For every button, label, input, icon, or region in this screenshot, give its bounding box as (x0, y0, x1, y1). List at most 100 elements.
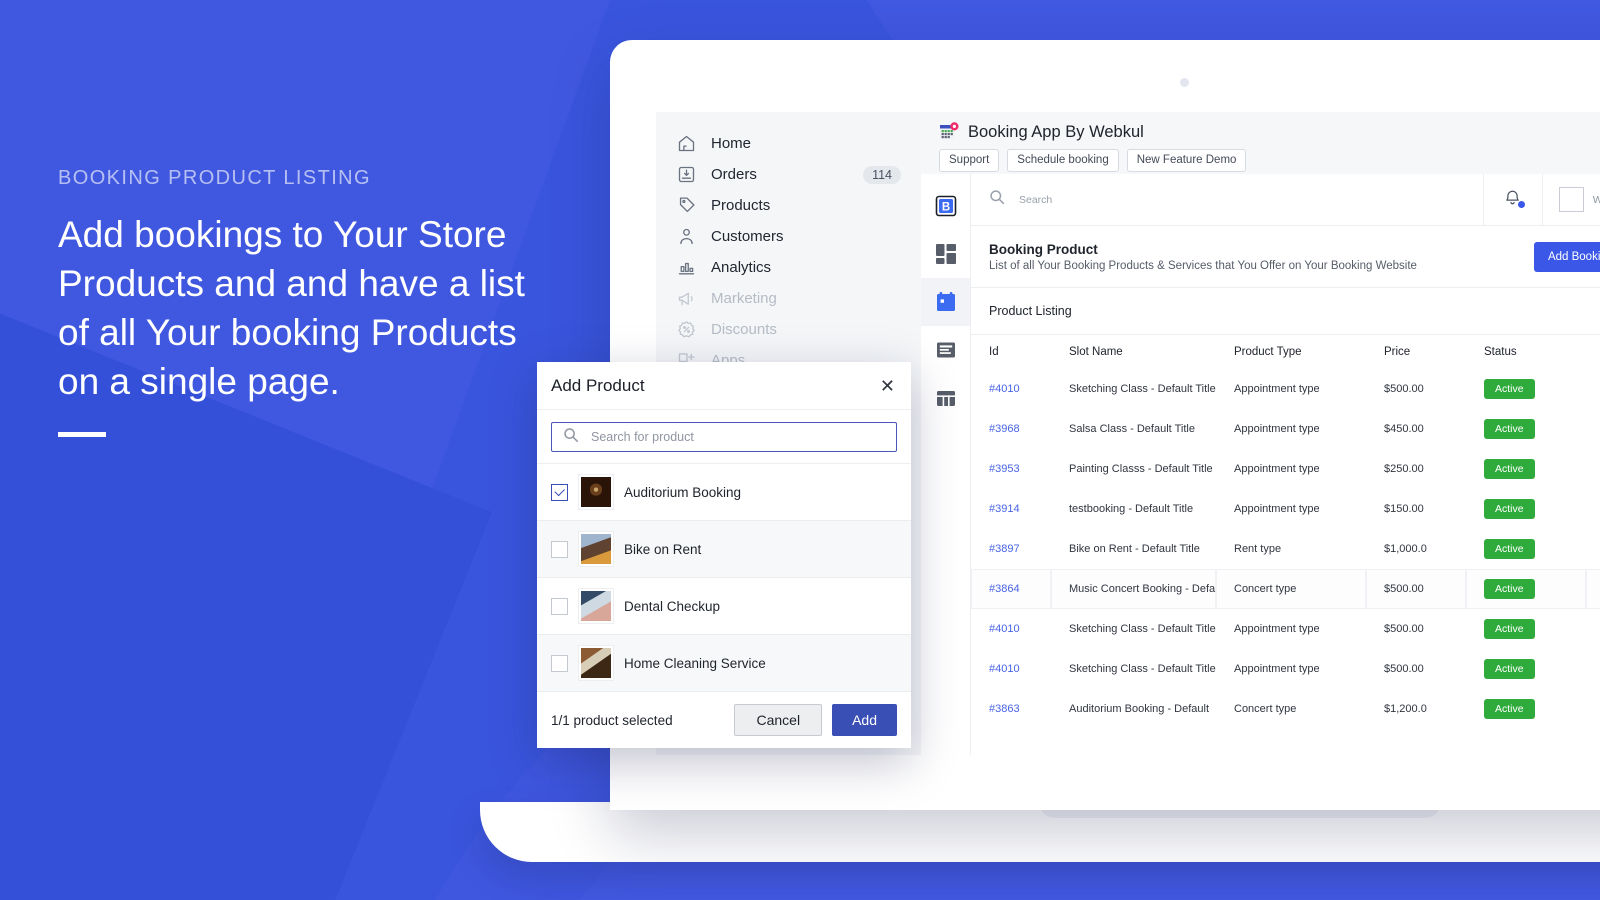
chip-new-feature-demo[interactable]: New Feature Demo (1127, 149, 1247, 172)
status-badge: Active (1484, 379, 1535, 399)
notifications-button[interactable] (1484, 188, 1542, 212)
column-header: Price (1366, 335, 1466, 369)
hero-eyebrow: BOOKING PRODUCT LISTING (58, 165, 528, 192)
product-id-link[interactable]: #4010 (989, 663, 1020, 675)
product-checkbox[interactable] (551, 541, 568, 558)
slot-name-cell: Salsa Class - Default Title (1051, 409, 1216, 449)
add-booking-product-button[interactable]: Add Booking Product (1534, 242, 1600, 272)
product-type-cell: Rent type (1216, 529, 1366, 569)
avatar (1559, 187, 1584, 212)
cancel-button[interactable]: Cancel (734, 704, 822, 736)
product-checkbox[interactable] (551, 484, 568, 501)
table-row[interactable]: #3864Music Concert Booking - DefaConcert… (971, 569, 1600, 609)
product-table: IdSlot NameProduct TypePriceStatusAction… (971, 335, 1600, 729)
app-action-chips[interactable]: Support Schedule booking New Feature Demo (939, 149, 1600, 172)
app-main-panel: Booking App By Webkul Support Schedule bo… (921, 112, 1600, 755)
svg-text:B: B (941, 202, 949, 214)
app-topbar: Search (971, 174, 1600, 226)
rail-calendar-icon[interactable] (921, 278, 970, 326)
close-icon[interactable]: ✕ (880, 379, 895, 393)
product-id-link[interactable]: #4010 (989, 623, 1020, 635)
table-row[interactable]: #3968 Salsa Class - Default TitleAppointm… (971, 409, 1600, 449)
product-id-link[interactable]: #4010 (989, 383, 1020, 395)
search-input[interactable]: Search (971, 189, 1483, 210)
product-name: Auditorium Booking (624, 485, 741, 500)
status-badge: Active (1484, 619, 1535, 639)
rail-booking-brand-icon[interactable]: B (921, 182, 970, 230)
sidebar-item-label: Home (711, 135, 751, 152)
customers-icon (676, 226, 697, 247)
product-type-cell: Appointment type (1216, 409, 1366, 449)
column-header: Slot Name (1051, 335, 1216, 369)
auditorium-thumb (581, 477, 611, 507)
product-type-cell: Appointment type (1216, 609, 1366, 649)
product-id-link[interactable]: #3863 (989, 703, 1020, 715)
calendar-app-icon (939, 122, 959, 142)
user-menu[interactable]: Webkul - (1543, 187, 1600, 212)
price-cell: $250.00 (1366, 449, 1466, 489)
column-header: Id (971, 335, 1051, 369)
modal-search-section: Search for product (537, 410, 911, 464)
sidebar-item-orders[interactable]: Orders114 (656, 159, 921, 190)
product-name: Dental Checkup (624, 599, 720, 614)
bike-thumb (581, 534, 611, 564)
chip-schedule-booking[interactable]: Schedule booking (1007, 149, 1118, 172)
sidebar-item-label: Marketing (711, 290, 777, 307)
listing-toolbar: Product Listing Filter (971, 288, 1600, 335)
product-checkbox[interactable] (551, 598, 568, 615)
modal-header: Add Product ✕ (537, 362, 911, 410)
product-id-link[interactable]: #3914 (989, 503, 1020, 515)
notification-dot (1517, 200, 1526, 209)
marketing-icon (676, 288, 697, 309)
rail-grid-table-icon[interactable] (921, 374, 970, 422)
product-list[interactable]: Auditorium Booking Bike on Rent Dental Che… (537, 464, 911, 692)
status-badge: Active (1484, 659, 1535, 679)
app-icon-rail[interactable]: B (921, 174, 971, 755)
table-row[interactable]: #3897Bike on Rent - Default TitleRent ty… (971, 529, 1600, 569)
product-id-link[interactable]: #3953 (989, 463, 1020, 475)
column-header: Status (1466, 335, 1586, 369)
search-icon (563, 427, 579, 448)
sidebar-item-analytics[interactable]: Analytics (656, 252, 921, 283)
slot-name-cell: Auditorium Booking - Default (1051, 689, 1216, 729)
add-button[interactable]: Add (832, 704, 897, 736)
sidebar-item-label: Analytics (711, 259, 771, 276)
product-type-cell: Appointment type (1216, 369, 1366, 409)
table-row[interactable]: #4010Sketching Class - Default TitleAppo… (971, 609, 1600, 649)
product-search-input[interactable]: Search for product (551, 422, 897, 452)
sidebar-item-home[interactable]: Home (656, 128, 921, 159)
product-name: Bike on Rent (624, 542, 701, 557)
product-checkbox[interactable] (551, 655, 568, 672)
product-id-link[interactable]: #3897 (989, 543, 1020, 555)
table-row[interactable]: #4010Sketching Class - Default TitleAppo… (971, 369, 1600, 409)
product-list-item[interactable]: Dental Checkup (537, 578, 911, 635)
sidebar-item-products[interactable]: Products (656, 190, 921, 221)
chip-support[interactable]: Support (939, 149, 999, 172)
product-list-item[interactable]: Bike on Rent (537, 521, 911, 578)
price-cell: $500.00 (1366, 609, 1466, 649)
sidebar-item-marketing[interactable]: Marketing (656, 283, 921, 314)
app-content: Search (971, 174, 1600, 755)
add-product-modal[interactable]: Add Product ✕ Search for product Auditor… (537, 362, 911, 748)
rail-list-icon[interactable] (921, 326, 970, 374)
cleaning-thumb (581, 648, 611, 678)
sidebar-item-label: Products (711, 197, 770, 214)
product-search-placeholder: Search for product (591, 430, 694, 444)
hero-divider (58, 432, 106, 437)
app-name: Booking App By Webkul (968, 123, 1144, 142)
listing-title: Product Listing (989, 304, 1600, 318)
product-list-item[interactable]: Auditorium Booking (537, 464, 911, 521)
dental-thumb (581, 591, 611, 621)
slot-name-cell: Sketching Class - Default Title (1051, 649, 1216, 689)
table-row[interactable]: #3914testbooking - Default TitleAppointm… (971, 489, 1600, 529)
rail-dashboard-grid-icon[interactable] (921, 230, 970, 278)
product-list-item[interactable]: Home Cleaning Service (537, 635, 911, 692)
product-id-link[interactable]: #3864 (989, 583, 1020, 595)
table-row[interactable]: #3863Auditorium Booking - DefaultConcert… (971, 689, 1600, 729)
sidebar-item-discounts[interactable]: Discounts (656, 314, 921, 345)
discounts-icon (676, 319, 697, 340)
table-row[interactable]: #4010Sketching Class - Default TitleAppo… (971, 649, 1600, 689)
table-row[interactable]: #3953Painting Classs - Default TitleAppo… (971, 449, 1600, 489)
sidebar-item-customers[interactable]: Customers (656, 221, 921, 252)
product-id-link[interactable]: #3968 (989, 423, 1020, 435)
